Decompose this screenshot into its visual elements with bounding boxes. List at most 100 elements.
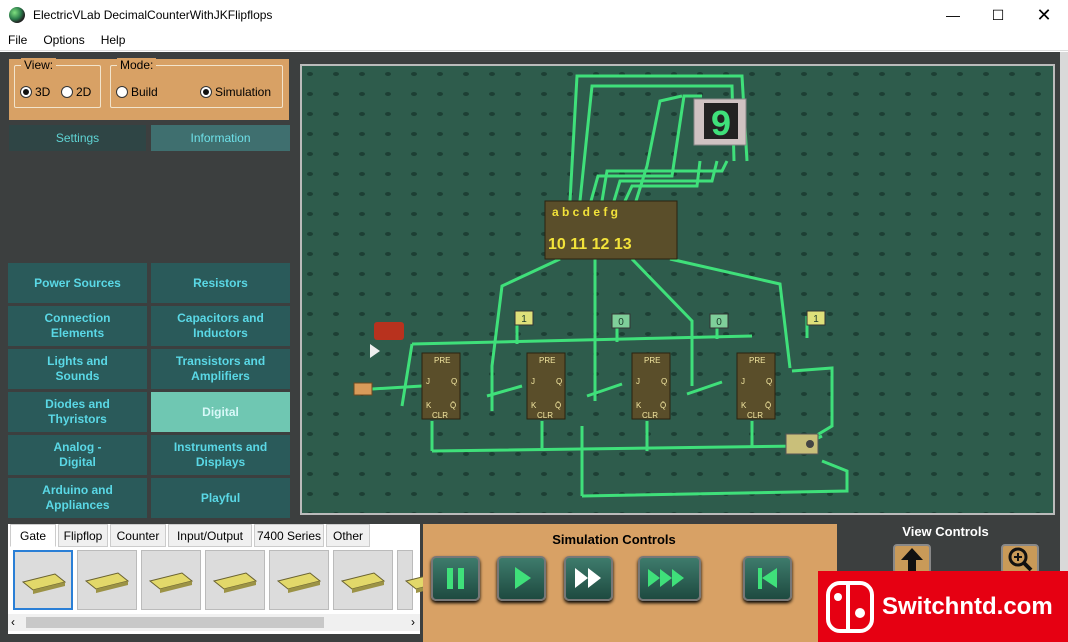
- gate-component-6[interactable]: [333, 550, 393, 610]
- gate-component-1[interactable]: [13, 550, 73, 610]
- category-resistors[interactable]: Resistors: [151, 263, 290, 303]
- gate-component-2[interactable]: [77, 550, 137, 610]
- jk-flipflop-1: PRE J Q K Q̄CLR: [421, 352, 461, 420]
- flipflop-pin-label: PRE: [749, 356, 765, 365]
- component-panel: Gate Flipflop Counter Input/Output 7400 Seri…: [8, 524, 450, 634]
- watermark-text: Switchntd.com: [882, 592, 1053, 620]
- circuit-board[interactable]: 9 a b c d e f g 10 11 12 13 PREJ QK Q̄CLRP…: [302, 66, 1053, 513]
- flipflop-pin-label: Q̄: [450, 401, 456, 410]
- logic-probe-3: 0: [709, 313, 729, 329]
- flipflop-pin-label: CLR: [432, 411, 448, 420]
- category-power-sources[interactable]: Power Sources: [8, 263, 147, 303]
- category-playful[interactable]: Playful: [151, 478, 290, 518]
- flipflop-pin-label: PRE: [644, 356, 660, 365]
- pan-up-button[interactable]: [893, 544, 931, 574]
- category-digital[interactable]: Digital: [151, 392, 290, 432]
- jk-flipflop-4: PRE J Q K Q̄CLR: [736, 352, 776, 420]
- decoder-pins-bottom: 10 11 12 13: [548, 236, 632, 253]
- fast-forward-button[interactable]: [564, 556, 613, 601]
- flipflop-pin-label: K: [741, 401, 747, 410]
- mode-group: Mode: Build Simulation: [110, 58, 283, 108]
- gate-component-7[interactable]: [397, 550, 450, 610]
- title-bar: ElectricVLab DecimalCounterWithJKFlipflo…: [0, 0, 1068, 30]
- tab-information[interactable]: Information: [151, 125, 290, 151]
- mode-build-radio[interactable]: Build: [116, 85, 158, 99]
- flipflop-pin-label: Q: [556, 377, 562, 386]
- mode-simulation-radio[interactable]: Simulation: [200, 85, 271, 99]
- component-tab-7400-series[interactable]: 7400 Series: [254, 524, 324, 547]
- faster-forward-button[interactable]: [638, 556, 701, 601]
- menu-options[interactable]: Options: [35, 33, 92, 47]
- tab-settings[interactable]: Settings: [9, 125, 146, 151]
- maximize-button[interactable]: ☐: [975, 0, 1021, 30]
- scroll-thumb[interactable]: [26, 617, 324, 628]
- flipflop-pin-label: J: [426, 377, 430, 386]
- input-switch[interactable]: [353, 382, 373, 396]
- category-capacitors-and-inductors[interactable]: Capacitors and Inductors: [151, 306, 290, 346]
- simulation-controls-panel: Simulation Controls: [423, 524, 837, 642]
- category-analog-digital[interactable]: Analog - Digital: [8, 435, 147, 475]
- scroll-right-icon[interactable]: ›: [411, 615, 415, 629]
- gate-chip-icon: [84, 572, 130, 593]
- flipflop-pin-label: Q̄: [660, 401, 666, 410]
- information-panel: [9, 152, 290, 260]
- flipflop-pin-label: Q: [451, 377, 457, 386]
- simulation-controls-title: Simulation Controls: [552, 532, 676, 547]
- flipflop-pin-label: CLR: [747, 411, 763, 420]
- component-tab-gate[interactable]: Gate: [10, 524, 56, 547]
- gate-component-4[interactable]: [205, 550, 265, 610]
- play-button[interactable]: [497, 556, 546, 601]
- radio-3d-dot: [20, 86, 32, 98]
- circuit-canvas[interactable]: 9 a b c d e f g 10 11 12 13 PRE J Q K Q̄ CLR P…: [300, 64, 1055, 515]
- view-group: View: 3D 2D: [14, 58, 101, 108]
- gate-chip-icon: [148, 572, 194, 593]
- category-lights-and-sounds[interactable]: Lights and Sounds: [8, 349, 147, 389]
- app-body: View: 3D 2D Mode: Build Simulation Setti…: [0, 52, 1068, 642]
- reset-button[interactable]: [743, 556, 792, 601]
- fast-forward-icon: [575, 568, 601, 588]
- category-diodes-and-thyristors[interactable]: Diodes and Thyristors: [8, 392, 147, 432]
- flipflop-pin-label: K: [426, 401, 432, 410]
- zoom-in-button[interactable]: [1001, 544, 1039, 574]
- play-icon: [515, 567, 531, 589]
- scroll-left-icon[interactable]: ‹: [11, 615, 15, 629]
- menu-file[interactable]: File: [0, 33, 35, 47]
- flipflop-pin-label: J: [636, 377, 640, 386]
- menu-help[interactable]: Help: [93, 33, 134, 47]
- jk-flipflop-3: PRE J Q K Q̄CLR: [631, 352, 671, 420]
- category-instruments-and-displays[interactable]: Instruments and Displays: [151, 435, 290, 475]
- view-3d-label: 3D: [35, 85, 51, 99]
- view-2d-radio[interactable]: 2D: [61, 85, 91, 99]
- probe-value: 1: [521, 314, 527, 325]
- radio-build-dot: [116, 86, 128, 98]
- jk-flipflop-2: PRE J Q K Q̄CLR: [526, 352, 566, 420]
- radio-simulation-dot: [200, 86, 212, 98]
- category-transistors-and-amplifiers[interactable]: Transistors and Amplifiers: [151, 349, 290, 389]
- view-group-title: View:: [21, 58, 57, 72]
- reset-icon: [758, 568, 777, 589]
- view-2d-label: 2D: [76, 85, 92, 99]
- category-arduino-and-appliances[interactable]: Arduino and Appliances: [8, 478, 147, 518]
- gate-component-5[interactable]: [269, 550, 329, 610]
- close-button[interactable]: ✕: [1021, 0, 1067, 30]
- flipflop-pin-label: PRE: [434, 356, 450, 365]
- pause-button[interactable]: [431, 556, 480, 601]
- view-mode-panel: View: 3D 2D Mode: Build Simulation: [9, 58, 289, 120]
- gate-chip-icon: [340, 572, 386, 593]
- view-3d-radio[interactable]: 3D: [20, 85, 50, 99]
- component-tab-flipflop[interactable]: Flipflop: [58, 524, 108, 547]
- menu-bar: File Options Help: [0, 30, 1068, 51]
- component-tab-other[interactable]: Other: [326, 524, 370, 547]
- component-tab-counter[interactable]: Counter: [110, 524, 166, 547]
- gate-chip-icon: [21, 573, 67, 594]
- minimize-button[interactable]: —: [930, 0, 976, 30]
- flipflop-pin-label: Q: [661, 377, 667, 386]
- display-digit: 9: [710, 105, 732, 146]
- palette-scrollbar[interactable]: ‹ ›: [8, 614, 420, 631]
- mode-simulation-label: Simulation: [215, 85, 272, 99]
- category-connection-elements[interactable]: Connection Elements: [8, 306, 147, 346]
- component-tab-input-output[interactable]: Input/Output: [168, 524, 252, 547]
- flipflop-pin-label: K: [636, 401, 642, 410]
- gate-component-3[interactable]: [141, 550, 201, 610]
- mode-build-label: Build: [131, 85, 158, 99]
